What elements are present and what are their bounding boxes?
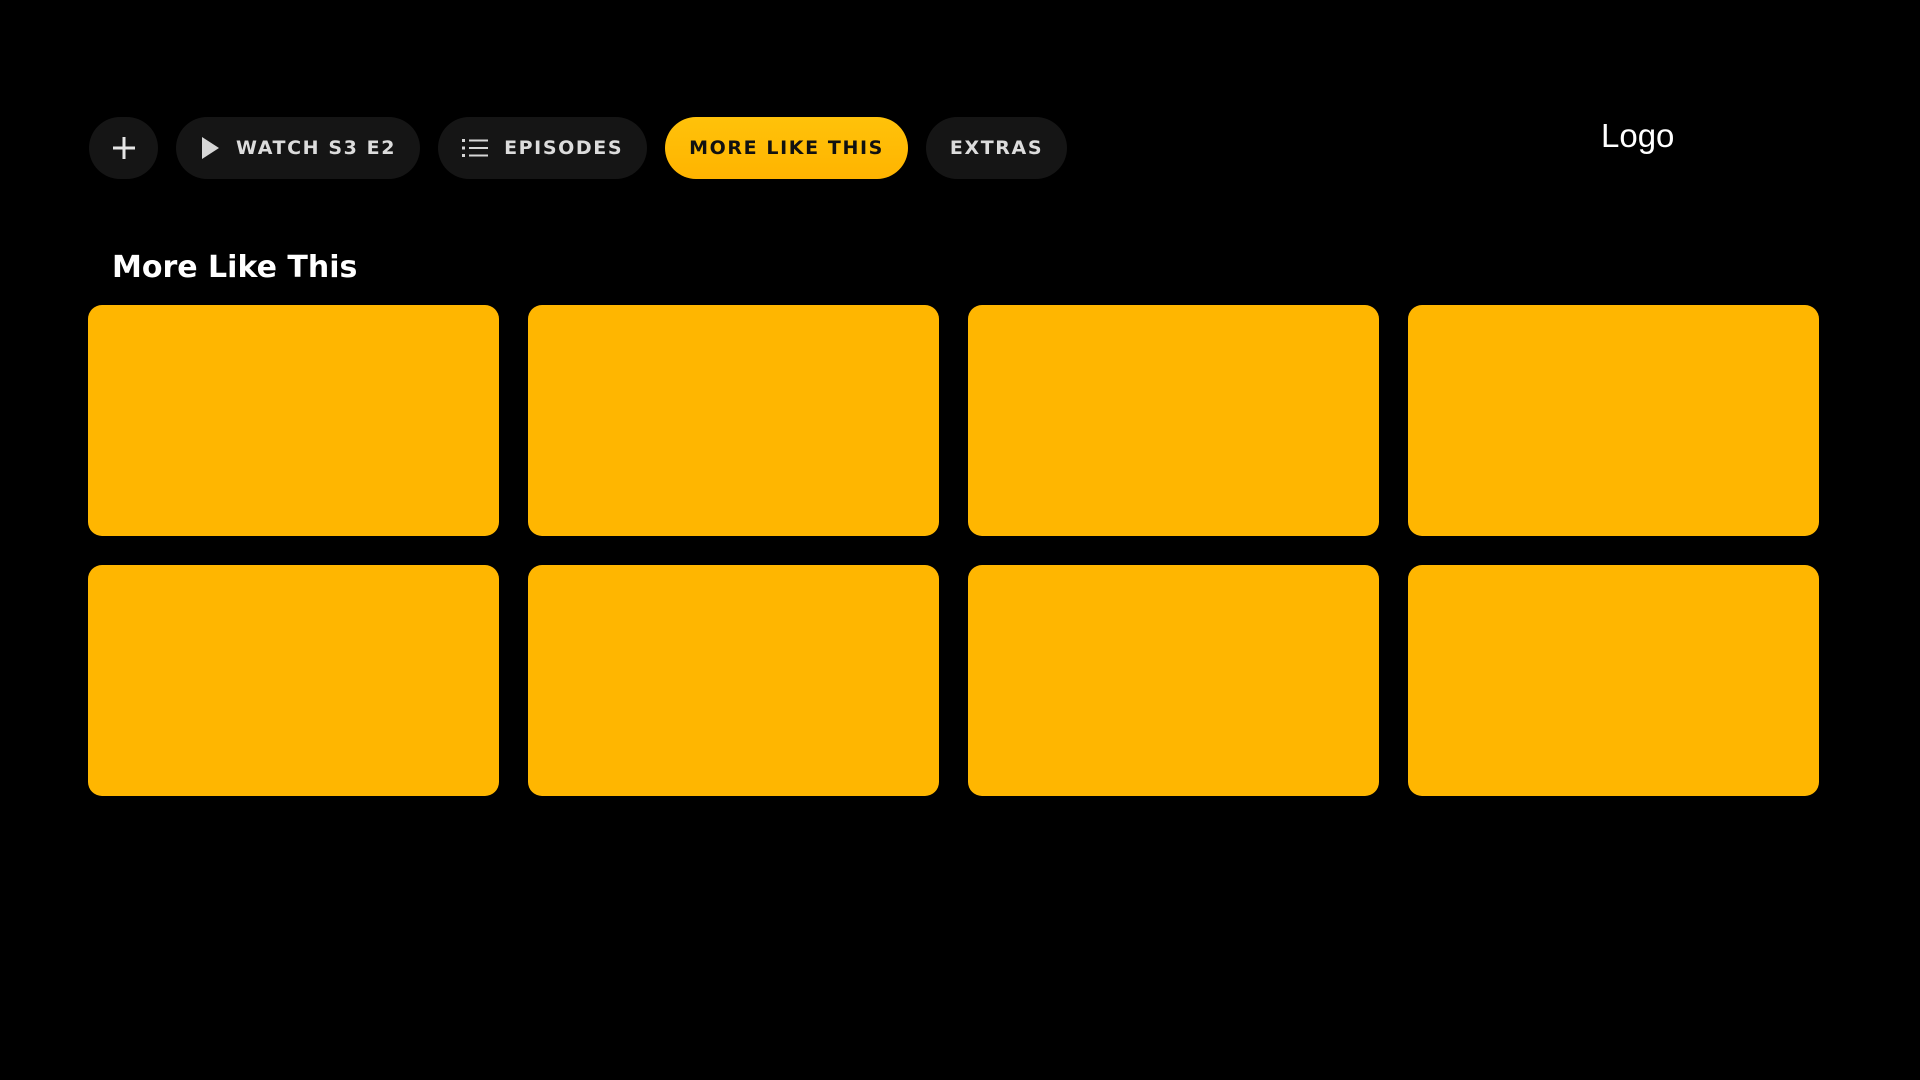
details-page: WATCH S3 E2 EPISODES MORE LIKE THIS EXTR…: [0, 0, 1920, 1080]
content-tile[interactable]: [968, 565, 1379, 796]
watch-button[interactable]: WATCH S3 E2: [176, 117, 421, 179]
add-to-list-button[interactable]: [89, 117, 158, 179]
list-icon: [462, 138, 489, 158]
episodes-button-label: EPISODES: [504, 137, 624, 159]
action-bar: WATCH S3 E2 EPISODES MORE LIKE THIS EXTR…: [89, 117, 1068, 179]
section-title: More Like This: [112, 250, 358, 285]
episodes-button[interactable]: EPISODES: [438, 117, 648, 179]
content-tile[interactable]: [88, 565, 499, 796]
play-icon: [200, 136, 220, 160]
more-like-this-button[interactable]: MORE LIKE THIS: [665, 117, 908, 179]
more-like-this-grid: [88, 305, 1820, 796]
content-tile[interactable]: [528, 305, 939, 536]
logo: Logo: [1601, 117, 1675, 154]
content-tile[interactable]: [968, 305, 1379, 536]
extras-button[interactable]: EXTRAS: [925, 117, 1068, 179]
more-like-this-button-label: MORE LIKE THIS: [689, 137, 884, 159]
content-tile[interactable]: [528, 565, 939, 796]
watch-button-label: WATCH S3 E2: [236, 137, 397, 159]
extras-button-label: EXTRAS: [949, 137, 1044, 159]
content-tile[interactable]: [1408, 305, 1819, 536]
plus-icon: [111, 135, 137, 161]
content-tile[interactable]: [1408, 565, 1819, 796]
content-tile[interactable]: [88, 305, 499, 536]
